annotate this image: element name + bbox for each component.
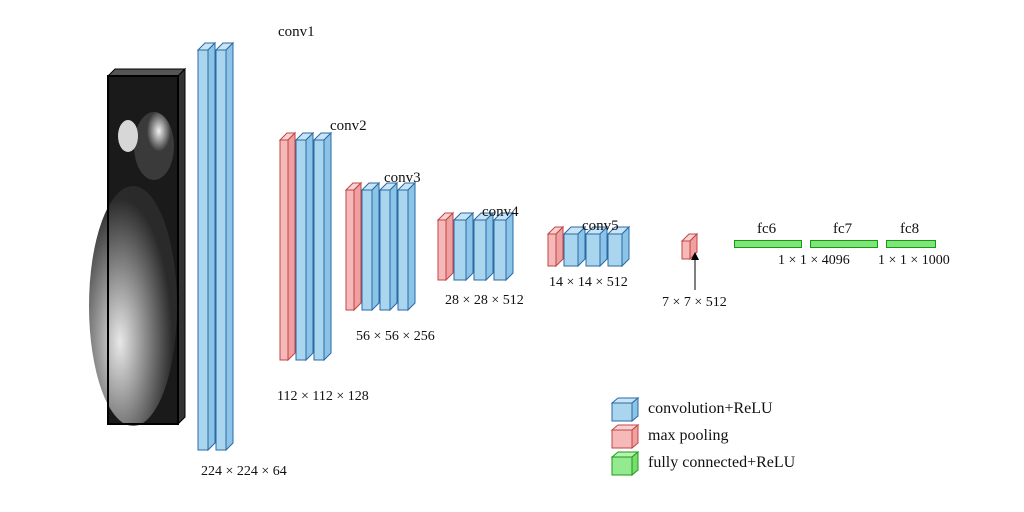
conv5-label: conv5 — [582, 218, 619, 235]
conv3-dim: 56 × 56 × 256 — [356, 329, 435, 345]
fc7-label: fc7 — [833, 221, 852, 238]
legend-conv: convolution+ReLU — [648, 400, 773, 418]
fc8-label: fc8 — [900, 221, 919, 238]
legend-pool: max pooling — [648, 427, 728, 445]
conv1-label: conv1 — [278, 24, 315, 41]
conv4-label: conv4 — [482, 204, 519, 221]
architecture-diagram: conv1 conv2 conv3 conv4 conv5 fc6 fc7 fc… — [0, 0, 1024, 512]
conv5-dim: 14 × 14 × 512 — [549, 275, 628, 291]
blocks-canvas — [0, 0, 1024, 512]
conv2-label: conv2 — [330, 118, 367, 135]
input-image-panel — [89, 69, 185, 426]
fc67-dim: 1 × 1 × 4096 — [778, 253, 850, 269]
conv4-dim: 28 × 28 × 512 — [445, 293, 524, 309]
conv3-label: conv3 — [384, 170, 421, 187]
fc8-dim: 1 × 1 × 1000 — [878, 253, 950, 269]
fc6-label: fc6 — [757, 221, 776, 238]
legend-fc: fully connected+ReLU — [648, 454, 795, 472]
fc6-bar — [734, 240, 802, 248]
fc8-bar — [886, 240, 936, 248]
pool5-dim: 7 × 7 × 512 — [662, 295, 727, 311]
fc7-bar — [810, 240, 878, 248]
conv2-dim: 112 × 112 × 128 — [277, 389, 369, 405]
conv1-dim: 224 × 224 × 64 — [201, 464, 287, 480]
